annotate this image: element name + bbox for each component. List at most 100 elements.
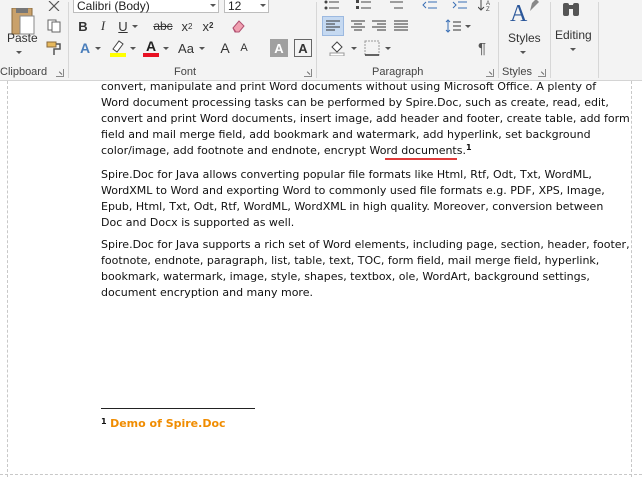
page-edge-right <box>631 81 632 477</box>
increase-indent-button[interactable] <box>450 0 470 12</box>
subscript-button[interactable]: x2 <box>178 17 196 35</box>
text-line: convert and print Word documents, insert… <box>101 112 630 125</box>
styles-button-label: Styles <box>508 31 541 45</box>
borders-icon <box>364 40 380 56</box>
text-line-content: color/image, add footnote and endnote, e… <box>101 144 466 157</box>
text-line: Word document processing tasks can be pe… <box>101 96 609 109</box>
align-left-button[interactable] <box>322 16 344 36</box>
spelling-underline <box>385 158 457 160</box>
italic-button[interactable]: I <box>95 17 111 35</box>
text-line: WordXML to Word and exporting Word to co… <box>101 184 605 197</box>
styles-group-label: Styles <box>502 66 532 78</box>
borders-button[interactable] <box>362 38 382 58</box>
group-divider <box>550 2 551 78</box>
font-color-button[interactable]: A <box>142 37 160 58</box>
footnote-separator <box>101 408 255 409</box>
highlight-swatch <box>110 53 126 57</box>
justify-button[interactable] <box>390 16 412 36</box>
change-case-dropdown-icon[interactable] <box>198 46 207 52</box>
bullets-button[interactable] <box>322 0 342 12</box>
align-right-button[interactable] <box>368 16 390 36</box>
page-edge-bottom <box>0 474 642 475</box>
superscript-button[interactable]: x2 <box>199 17 217 35</box>
show-hide-marks-button[interactable]: ¶ <box>472 38 492 58</box>
paragraph-2[interactable]: Spire.Doc for Java allows converting pop… <box>101 167 605 231</box>
clear-formatting-button[interactable] <box>228 16 248 36</box>
underline-dropdown-icon[interactable] <box>131 24 140 30</box>
group-divider <box>316 2 317 78</box>
ribbon: Paste Clipboard Calibri (Body) 12 B I U … <box>0 0 642 81</box>
align-center-button[interactable] <box>347 16 369 36</box>
bold-button[interactable]: B <box>75 17 91 35</box>
text-line: footnote, endnote, paragraph, list, tabl… <box>101 254 600 267</box>
line-spacing-dropdown-icon[interactable] <box>464 24 473 30</box>
group-divider <box>68 2 69 78</box>
footnote-text: Demo of Spire.Doc <box>110 417 226 430</box>
page-edge-left <box>7 81 8 477</box>
font-size-combo[interactable]: 12 <box>224 0 269 13</box>
text-line: Epub, Html, Txt, Odt, Rtf, WordML, WordX… <box>101 200 604 213</box>
sort-button[interactable]: AZ <box>476 0 496 12</box>
paste-dropdown-icon[interactable] <box>15 50 24 56</box>
character-border-button[interactable]: A <box>294 39 312 57</box>
text-line: Spire.Doc for Java allows converting pop… <box>101 168 592 181</box>
font-group-label: Font <box>174 66 197 78</box>
text-line: Doc and Docx is supported as well. <box>101 216 295 229</box>
cut-button[interactable] <box>44 0 64 12</box>
text-effects-dropdown-icon[interactable] <box>94 46 103 52</box>
footnote-reference[interactable]: 1 <box>466 143 472 152</box>
underline-button[interactable]: U <box>115 17 131 35</box>
paint-bucket-icon <box>329 41 345 56</box>
font-name-combo[interactable]: Calibri (Body) <box>73 0 219 13</box>
text-line: Spire.Doc for Java supports a rich set o… <box>101 238 630 251</box>
paintbrush-icon <box>46 41 61 55</box>
bullets-icon <box>324 0 339 10</box>
scissors-icon <box>48 1 60 11</box>
strikethrough-button[interactable]: abc <box>151 17 175 35</box>
copy-icon <box>47 19 61 33</box>
styles-dropdown-icon[interactable] <box>519 50 528 56</box>
multilevel-list-button[interactable] <box>386 0 406 12</box>
font-size-dropdown-icon <box>260 4 266 7</box>
font-color-dropdown-icon[interactable] <box>162 46 171 52</box>
align-right-icon <box>372 20 386 31</box>
text-line: document encryption and many more. <box>101 286 313 299</box>
paragraph-3[interactable]: Spire.Doc for Java supports a rich set o… <box>101 237 630 301</box>
footnote[interactable]: 1 Demo of Spire.Doc <box>101 417 226 430</box>
clipboard-launcher-icon[interactable] <box>56 69 64 77</box>
change-case-button[interactable]: Aa <box>175 39 197 57</box>
footnote-number: 1 <box>101 417 107 426</box>
line-spacing-button[interactable] <box>442 16 464 36</box>
borders-dropdown-icon[interactable] <box>384 46 393 52</box>
decrease-indent-icon <box>422 1 437 9</box>
shading-button[interactable] <box>327 38 347 58</box>
decrease-indent-button[interactable] <box>420 0 440 12</box>
copy-button[interactable] <box>44 17 64 35</box>
font-launcher-icon[interactable] <box>304 69 312 77</box>
highlight-color-button[interactable] <box>108 38 128 58</box>
font-size-value: 12 <box>228 0 242 13</box>
text-line: bookmark, watermark, image, style, shape… <box>101 270 590 283</box>
highlighter-icon <box>110 40 126 57</box>
editing-dropdown-icon[interactable] <box>569 47 578 53</box>
grow-font-button[interactable]: A <box>216 39 234 57</box>
numbering-button[interactable] <box>354 0 374 12</box>
format-painter-button[interactable] <box>44 39 64 57</box>
paragraph-group-label: Paragraph <box>372 66 424 78</box>
highlight-dropdown-icon[interactable] <box>129 46 138 52</box>
styles-gallery-button[interactable]: A <box>505 0 541 28</box>
document-page[interactable]: convert, manipulate and print Word docum… <box>0 79 642 477</box>
text-line: convert, manipulate and print Word docum… <box>101 80 597 93</box>
shading-dropdown-icon[interactable] <box>350 46 359 52</box>
paragraph-launcher-icon[interactable] <box>486 69 494 77</box>
font-name-value: Calibri (Body) <box>77 0 150 13</box>
text-effects-button[interactable]: A <box>76 39 94 57</box>
shrink-font-button[interactable]: A <box>236 40 252 56</box>
group-divider <box>498 2 499 78</box>
styles-launcher-icon[interactable] <box>538 69 546 77</box>
paragraph-1[interactable]: convert, manipulate and print Word docum… <box>101 79 630 159</box>
editing-button[interactable] <box>556 0 586 20</box>
character-shading-button[interactable]: A <box>270 39 288 57</box>
paste-label: Paste <box>7 31 38 45</box>
clipboard-group-label: Clipboard <box>0 66 48 78</box>
